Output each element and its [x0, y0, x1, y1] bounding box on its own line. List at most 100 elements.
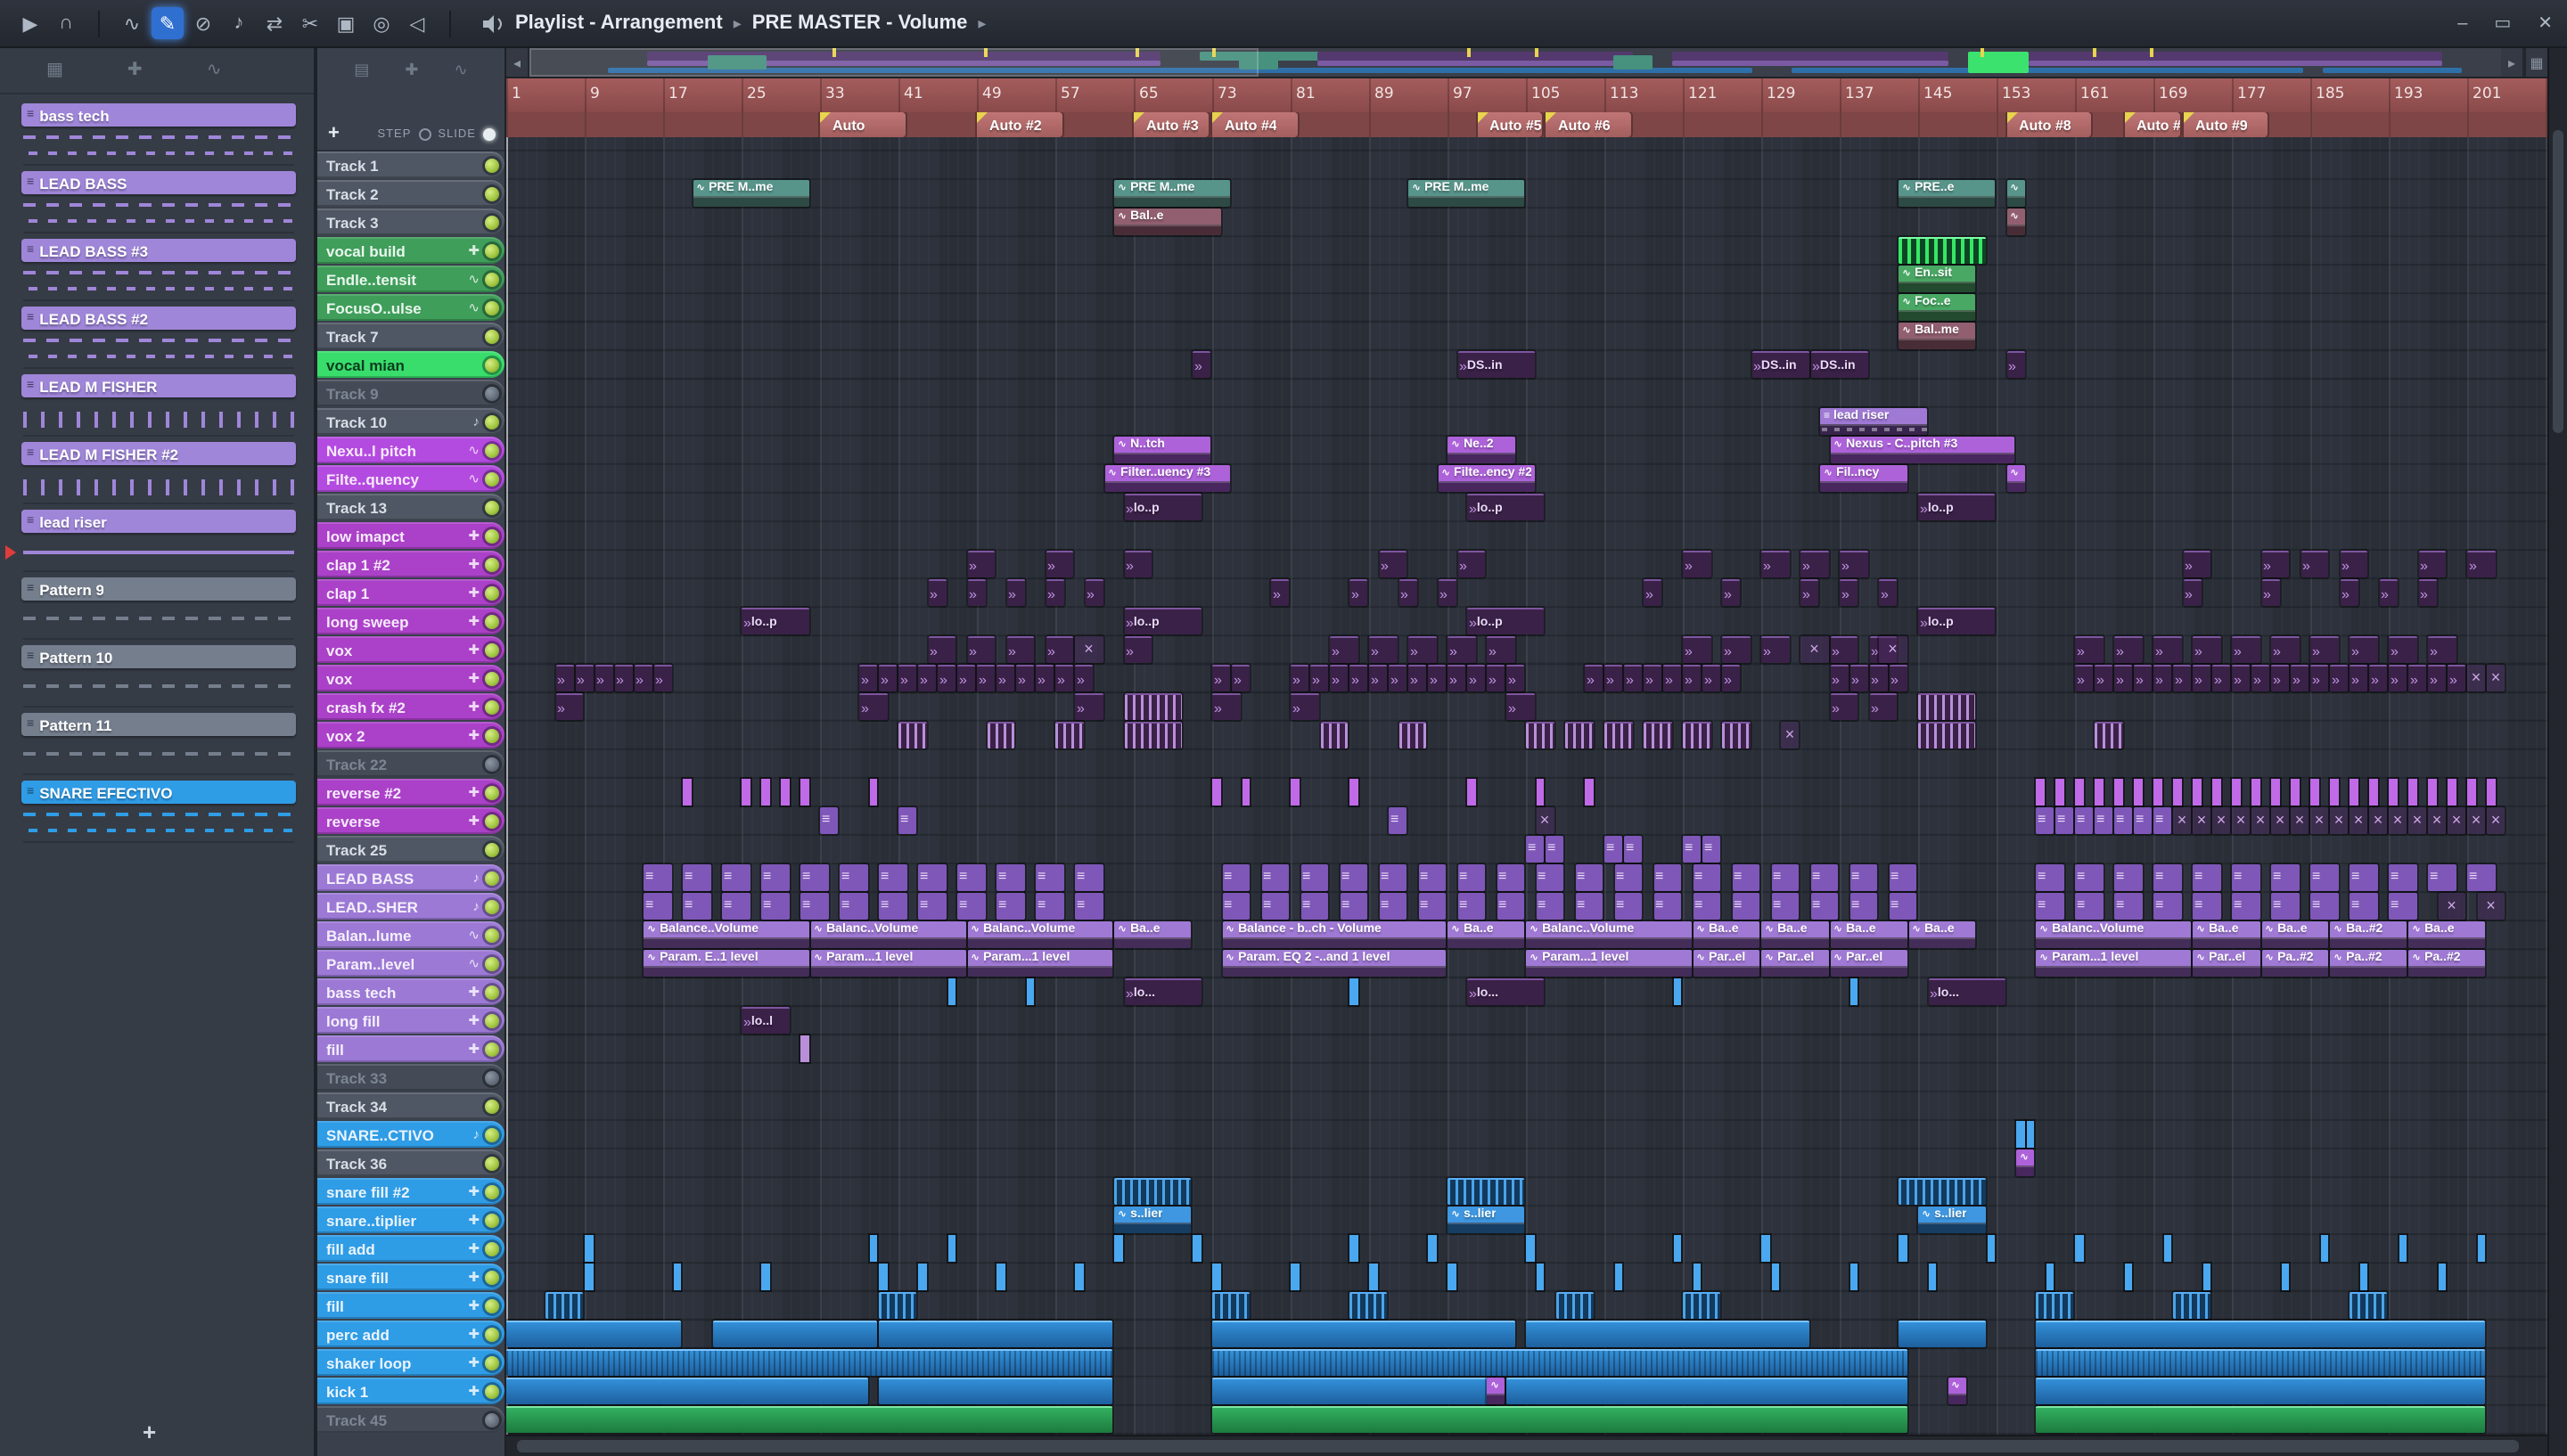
track-row[interactable]: Track 10 ♪ [317, 408, 504, 435]
scroll-left-button[interactable]: ◂ [506, 48, 529, 77]
muted-clip[interactable]: × [2173, 807, 2191, 834]
pattern-clip[interactable]: ≡ [1575, 893, 1603, 920]
automation-clip[interactable]: ∿ Par..el [2193, 950, 2259, 977]
track-row[interactable]: LEAD BASS ♪ [317, 864, 504, 891]
automation-clip[interactable]: ∿ [2006, 180, 2024, 207]
clip-bar[interactable] [761, 1264, 769, 1290]
automation-clip[interactable]: ∿ Ba..#2 [2330, 921, 2407, 948]
pattern-name[interactable]: ≡ bass tech [21, 103, 296, 127]
audio-clip[interactable]: » DS..in [1810, 351, 1867, 378]
audio-clip[interactable]: » [1683, 636, 1710, 663]
clip-bar[interactable] [761, 779, 769, 806]
slide-toggle[interactable] [483, 127, 496, 140]
pattern-clip[interactable] [1565, 722, 1593, 748]
pattern-clip[interactable]: ≡ [820, 807, 838, 834]
automation-clip[interactable]: ∿ Param...1 level [2036, 950, 2191, 977]
track-row[interactable]: fill ✚ [317, 1035, 504, 1062]
clip-bar[interactable] [2467, 779, 2475, 806]
audio-clip[interactable]: » [2350, 636, 2377, 663]
track-led[interactable] [485, 1042, 499, 1056]
clip-bar[interactable] [1114, 1235, 1122, 1262]
track-row[interactable]: vox 2 ✚ [317, 722, 504, 748]
automation-clip[interactable]: ∿ N..tch [1114, 437, 1210, 463]
track-row[interactable]: Track 25 [317, 836, 504, 863]
muted-clip[interactable]: × [1800, 636, 1828, 663]
automation-clip[interactable]: ∿ Pa..#2 [2261, 950, 2328, 977]
pattern-clip[interactable]: ≡ [2310, 893, 2338, 920]
pattern-clip[interactable]: ≡ [1653, 864, 1681, 891]
pattern-clip[interactable]: ≡ [1693, 864, 1720, 891]
add-pattern-button[interactable]: + [143, 1419, 156, 1445]
audio-clip[interactable]: » [2291, 665, 2309, 691]
automation-clip[interactable]: ∿ Par..el [1830, 950, 1907, 977]
audio-clip[interactable]: » [1830, 665, 1848, 691]
link-icon[interactable]: ∿ [207, 61, 222, 80]
headphones-icon[interactable]: ∩ [50, 7, 82, 39]
time-marker[interactable]: Auto #10 [2124, 112, 2179, 137]
track-row[interactable]: FocusO..ulse ∿ [317, 294, 504, 321]
track-row[interactable]: reverse #2 ✚ [317, 779, 504, 806]
audio-clip[interactable]: » [1663, 665, 1681, 691]
pattern-clip[interactable] [1526, 722, 1554, 748]
track-led[interactable] [485, 1127, 499, 1141]
audio-clip[interactable]: » [1291, 693, 1318, 720]
automation-clip[interactable]: ∿ Foc..e [1899, 294, 1975, 321]
link-icon[interactable]: ∿ [455, 60, 468, 79]
audio-clip[interactable]: » lo..p [1124, 494, 1201, 520]
automation-clip[interactable]: ∿ Balanc..Volume [2036, 921, 2191, 948]
audio-clip[interactable]: » [2428, 665, 2446, 691]
audio-clip[interactable]: » [1869, 665, 1887, 691]
track-row[interactable]: Nexu..l pitch ∿ [317, 437, 504, 463]
audio-clip[interactable]: » [1457, 551, 1485, 577]
clip-bar[interactable] [869, 779, 877, 806]
automation-clip[interactable]: ∿ Ba..e [1448, 921, 1524, 948]
pattern-clip[interactable] [1722, 722, 1750, 748]
audio-clip[interactable]: » [1869, 693, 1897, 720]
audio-clip[interactable]: » lo... [1467, 978, 1544, 1005]
pattern-clip[interactable] [2173, 1292, 2210, 1319]
audio-clip[interactable]: » [928, 636, 955, 663]
pattern-clip[interactable]: ≡ [1693, 893, 1720, 920]
audio-clip[interactable]: » [2075, 636, 2103, 663]
track-led[interactable] [485, 642, 499, 657]
pattern-item[interactable]: ≡ LEAD BASS #2 [21, 307, 296, 369]
clip-bar[interactable] [2438, 1264, 2446, 1290]
audio-clip[interactable]: » [2330, 665, 2348, 691]
pattern-clip[interactable]: ≡ [800, 893, 828, 920]
audio-clip[interactable] [1212, 1321, 1514, 1347]
audio-clip[interactable]: » [2173, 665, 2191, 691]
audio-clip[interactable]: » [1046, 636, 1073, 663]
audio-clip[interactable]: » [2153, 636, 2181, 663]
clip-bar[interactable] [2477, 1235, 2485, 1262]
audio-clip[interactable]: » [967, 636, 995, 663]
track-led[interactable] [485, 585, 499, 600]
audio-clip[interactable]: » [1349, 579, 1367, 606]
pattern-clip[interactable]: ≡ [1457, 893, 1485, 920]
audio-clip[interactable]: » [2134, 665, 2152, 691]
pattern-clip[interactable] [2350, 1292, 2387, 1319]
pattern-clip[interactable]: ≡ [2350, 893, 2377, 920]
pattern-clip[interactable]: ≡ [918, 893, 946, 920]
clip-bar[interactable] [879, 1264, 887, 1290]
track-led[interactable] [485, 158, 499, 172]
audio-clip[interactable]: » [1840, 579, 1858, 606]
clip-bar[interactable] [2310, 779, 2318, 806]
automation-clip[interactable]: ∿ Param...1 level [1526, 950, 1691, 977]
audio-clip[interactable]: » [2183, 579, 2201, 606]
timeline-ruler[interactable]: 1 9 17 25 33 41 49 57 65 73 81 89 97 105 113 121 129 137 1… [506, 78, 2547, 112]
pattern-clip[interactable]: ≡ [644, 864, 671, 891]
audio-clip[interactable]: » [1624, 665, 1642, 691]
delete-tool-icon[interactable]: ⊘ [187, 7, 219, 39]
muted-clip[interactable]: × [1781, 722, 1799, 748]
audio-clip[interactable]: » [1232, 665, 1250, 691]
automation-clip[interactable]: ∿ Pa..#2 [2330, 950, 2407, 977]
pattern-clip[interactable]: ≡ [2055, 807, 2073, 834]
pattern-clip[interactable] [1124, 693, 1181, 720]
track-led[interactable] [485, 842, 499, 856]
muted-clip[interactable]: × [2291, 807, 2309, 834]
automation-clip[interactable]: ∿ Pa..#2 [2408, 950, 2485, 977]
clip-bar[interactable] [1987, 1235, 1995, 1262]
pattern-clip[interactable]: ≡ [1340, 893, 1367, 920]
audio-clip[interactable]: » lo..p [1918, 608, 1995, 634]
clip-bar[interactable] [1212, 779, 1220, 806]
